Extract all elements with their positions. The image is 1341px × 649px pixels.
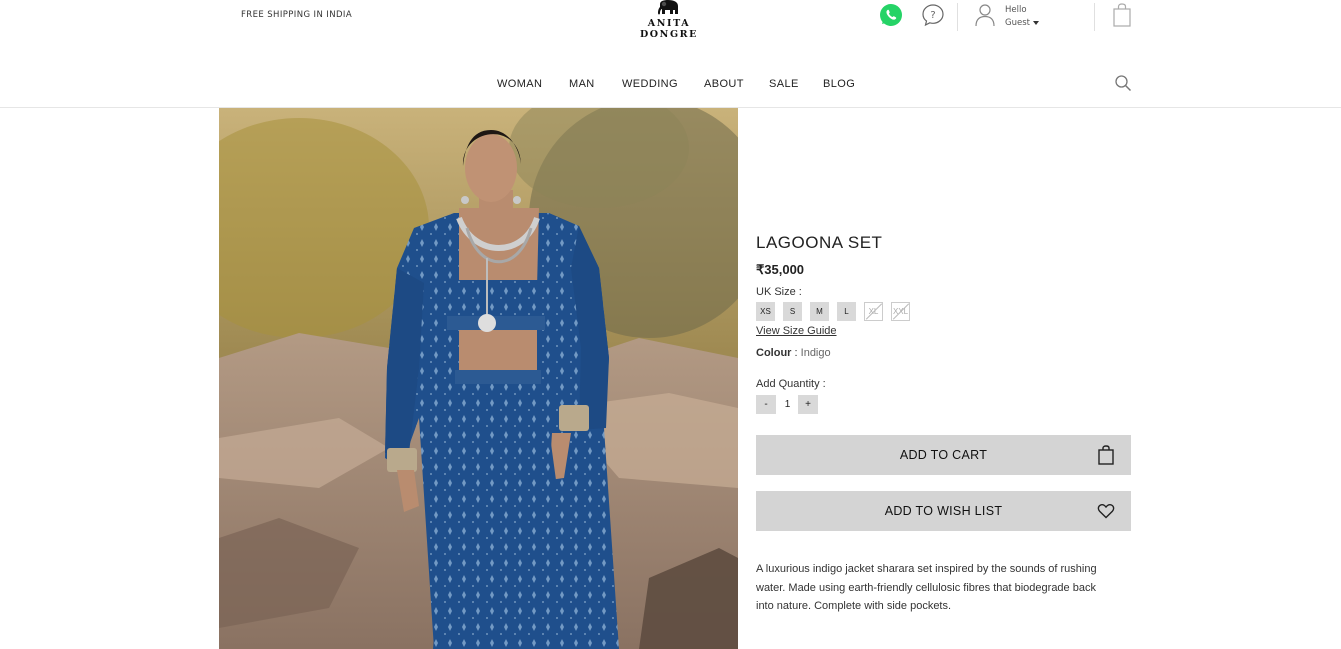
colour-label: Colour xyxy=(756,347,792,359)
add-to-wishlist-label: ADD TO WISH LIST xyxy=(884,504,1003,518)
user-name: Guest xyxy=(1005,18,1030,28)
size-option-s[interactable]: S xyxy=(783,302,802,321)
size-option-m[interactable]: M xyxy=(810,302,829,321)
brand-logo[interactable]: ANITA DONGRE xyxy=(619,0,719,40)
user-icon[interactable] xyxy=(975,3,995,27)
size-label: UK Size : xyxy=(756,286,802,298)
svg-text:?: ? xyxy=(930,10,935,21)
nav-item-blog[interactable]: BLOG xyxy=(823,78,855,90)
nav-item-woman[interactable]: WOMAN xyxy=(497,78,542,90)
product-image[interactable] xyxy=(219,108,738,649)
product-price: ₹35,000 xyxy=(756,262,805,277)
quantity-increase-button[interactable]: + xyxy=(798,395,818,414)
header-divider xyxy=(957,3,958,31)
quantity-value[interactable]: 1 xyxy=(777,395,798,414)
whatsapp-icon[interactable] xyxy=(879,3,903,27)
shipping-banner: FREE SHIPPING IN INDIA xyxy=(241,10,353,20)
nav-item-wedding[interactable]: WEDDING xyxy=(622,78,678,90)
size-option-xs[interactable]: XS xyxy=(756,302,775,321)
bag-icon[interactable] xyxy=(1113,3,1131,27)
add-to-cart-button[interactable]: ADD TO CART xyxy=(756,435,1131,475)
search-icon[interactable] xyxy=(1114,74,1132,92)
heart-icon xyxy=(1097,504,1115,519)
quantity-decrease-button[interactable]: - xyxy=(756,395,776,414)
help-icon[interactable]: ? xyxy=(921,3,945,27)
product-description: A luxurious indigo jacket sharara set in… xyxy=(756,563,1097,613)
nav-item-man[interactable]: MAN xyxy=(569,78,595,90)
account-menu[interactable]: Guest xyxy=(1005,18,1039,28)
size-option-xxl-unavailable: XXL xyxy=(891,302,910,321)
size-guide-link[interactable]: View Size Guide xyxy=(756,325,837,337)
product-title: LAGOONA SET xyxy=(756,233,883,252)
add-to-cart-label: ADD TO CART xyxy=(899,448,988,462)
colour-value: Indigo xyxy=(800,347,831,359)
nav-item-sale[interactable]: SALE xyxy=(769,78,799,90)
site-header: FREE SHIPPING IN INDIA ANITA DONGRE ? He… xyxy=(0,0,1341,108)
colour-row: Colour : Indigo xyxy=(756,347,831,359)
greeting-text: Hello xyxy=(1005,5,1027,15)
size-option-xl-unavailable: XL xyxy=(864,302,883,321)
chevron-down-icon xyxy=(1032,20,1039,25)
header-divider xyxy=(1094,3,1095,31)
size-option-l[interactable]: L xyxy=(837,302,856,321)
quantity-label: Add Quantity : xyxy=(756,378,826,390)
cart-bag-icon xyxy=(1098,445,1114,465)
main-nav: WOMAN MAN WEDDING ABOUT SALE BLOG xyxy=(0,78,1341,92)
colour-separator: : xyxy=(794,347,798,359)
elephant-logo-icon xyxy=(658,0,678,15)
brand-name: ANITA DONGRE xyxy=(639,18,699,40)
nav-item-about[interactable]: ABOUT xyxy=(704,78,744,90)
add-to-wishlist-button[interactable]: ADD TO WISH LIST xyxy=(756,491,1131,531)
